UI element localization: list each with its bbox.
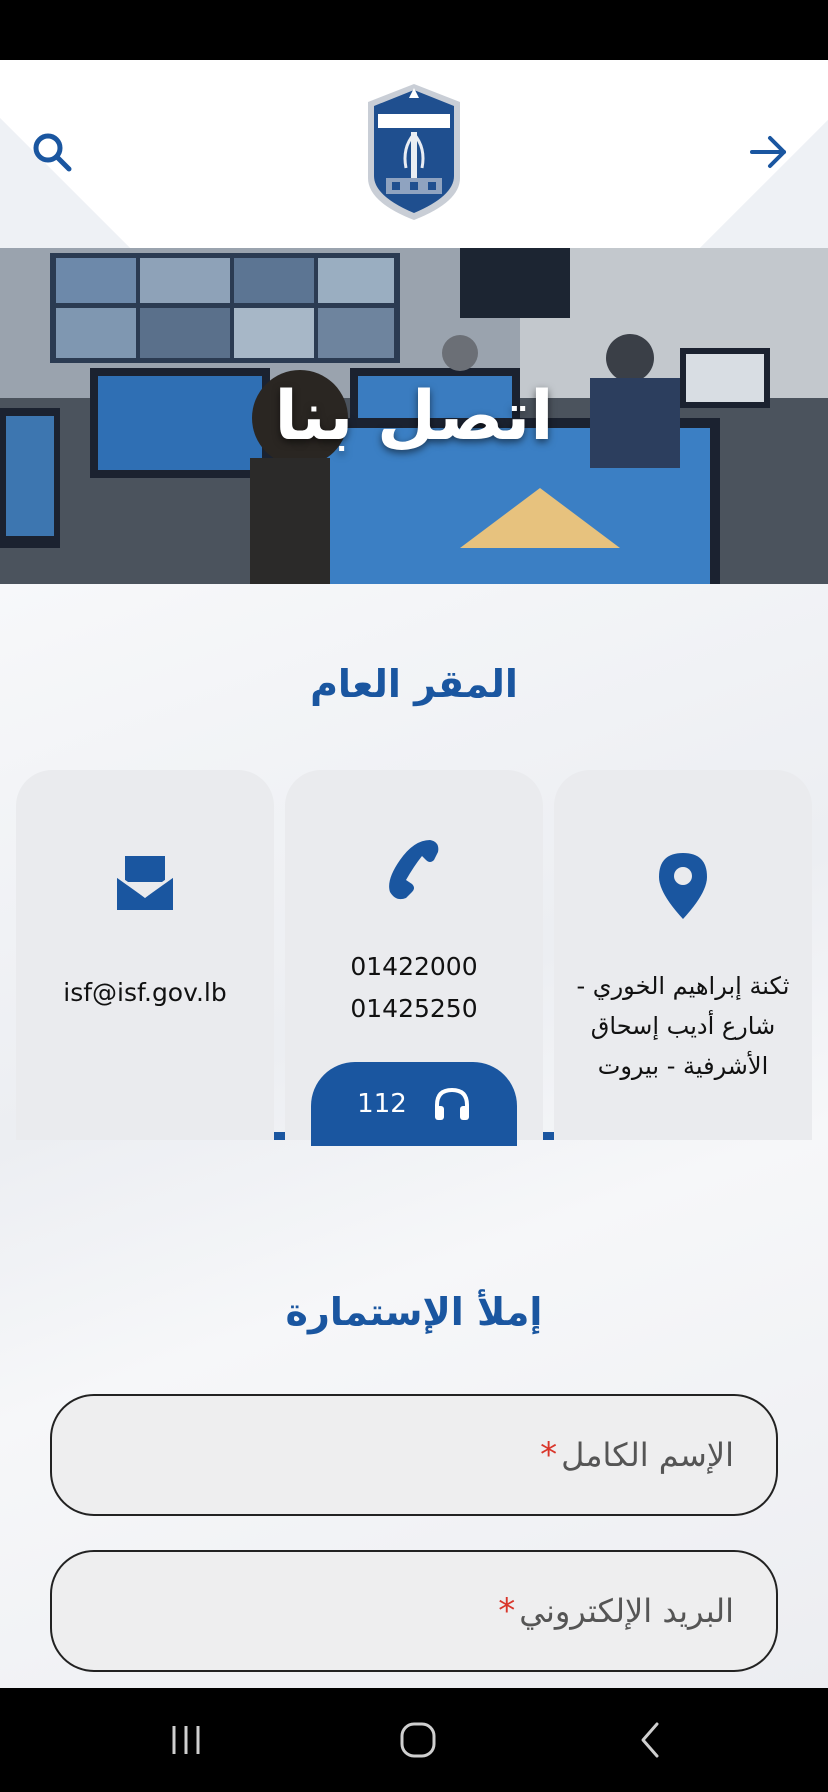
search-icon bbox=[33, 133, 72, 172]
headquarters-title: المقر العام bbox=[310, 662, 518, 706]
contact-cards: isf@isf.gov.lb 01422000 01425250 ثكنة إب… bbox=[16, 770, 812, 1146]
status-bar bbox=[0, 0, 828, 60]
required-mark: * bbox=[498, 1591, 516, 1631]
back-icon bbox=[641, 1722, 659, 1758]
address-line-1: ثكنة إبراهيم الخوري - bbox=[576, 972, 790, 1000]
recent-apps-icon bbox=[172, 1726, 200, 1754]
back-button[interactable] bbox=[600, 1708, 700, 1772]
email-card[interactable]: isf@isf.gov.lb bbox=[16, 770, 274, 1140]
full-name-placeholder: الإسم الكامل bbox=[561, 1436, 734, 1474]
envelope-icon bbox=[105, 842, 185, 922]
address-text: ثكنة إبراهيم الخوري - شارع أديب إسحاق ال… bbox=[563, 966, 803, 1086]
address-card: ثكنة إبراهيم الخوري - شارع أديب إسحاق ال… bbox=[554, 770, 812, 1140]
hotline-button[interactable]: 112 bbox=[311, 1062, 517, 1146]
email-placeholder: البريد الإلكتروني bbox=[519, 1592, 734, 1630]
form-title: إملأ الإستمارة bbox=[285, 1290, 543, 1334]
hero-banner: اتصل بنا bbox=[0, 248, 828, 584]
address-line-3: الأشرفية - بيروت bbox=[597, 1052, 769, 1080]
home-icon bbox=[400, 1722, 436, 1758]
phone-number-2[interactable]: 01425250 bbox=[294, 988, 534, 1030]
system-nav-bar bbox=[0, 1688, 828, 1792]
app-header bbox=[0, 60, 828, 248]
recent-apps-button[interactable] bbox=[136, 1708, 236, 1772]
required-mark: * bbox=[540, 1435, 558, 1475]
contact-content: المقر العام isf@isf.gov.lb 01422000 0142… bbox=[0, 584, 828, 1688]
arrow-right-icon bbox=[750, 136, 786, 168]
search-button[interactable] bbox=[24, 124, 80, 180]
forward-button[interactable] bbox=[740, 124, 796, 180]
hotline-number: 112 bbox=[357, 1089, 407, 1119]
map-pin-icon bbox=[643, 846, 723, 926]
page-title: اتصل بنا bbox=[274, 376, 554, 456]
full-name-field[interactable]: * الإسم الكامل bbox=[50, 1394, 778, 1516]
home-button[interactable] bbox=[368, 1708, 468, 1772]
email-field[interactable]: * البريد الإلكتروني bbox=[50, 1550, 778, 1672]
email-address[interactable]: isf@isf.gov.lb bbox=[25, 972, 265, 1014]
phone-numbers: 01422000 01425250 bbox=[294, 946, 534, 1030]
phone-number-1[interactable]: 01422000 bbox=[294, 946, 534, 988]
phone-icon bbox=[374, 828, 454, 908]
headphones-icon bbox=[434, 1087, 469, 1120]
address-line-2: شارع أديب إسحاق bbox=[590, 1012, 776, 1040]
isf-logo bbox=[362, 82, 466, 222]
